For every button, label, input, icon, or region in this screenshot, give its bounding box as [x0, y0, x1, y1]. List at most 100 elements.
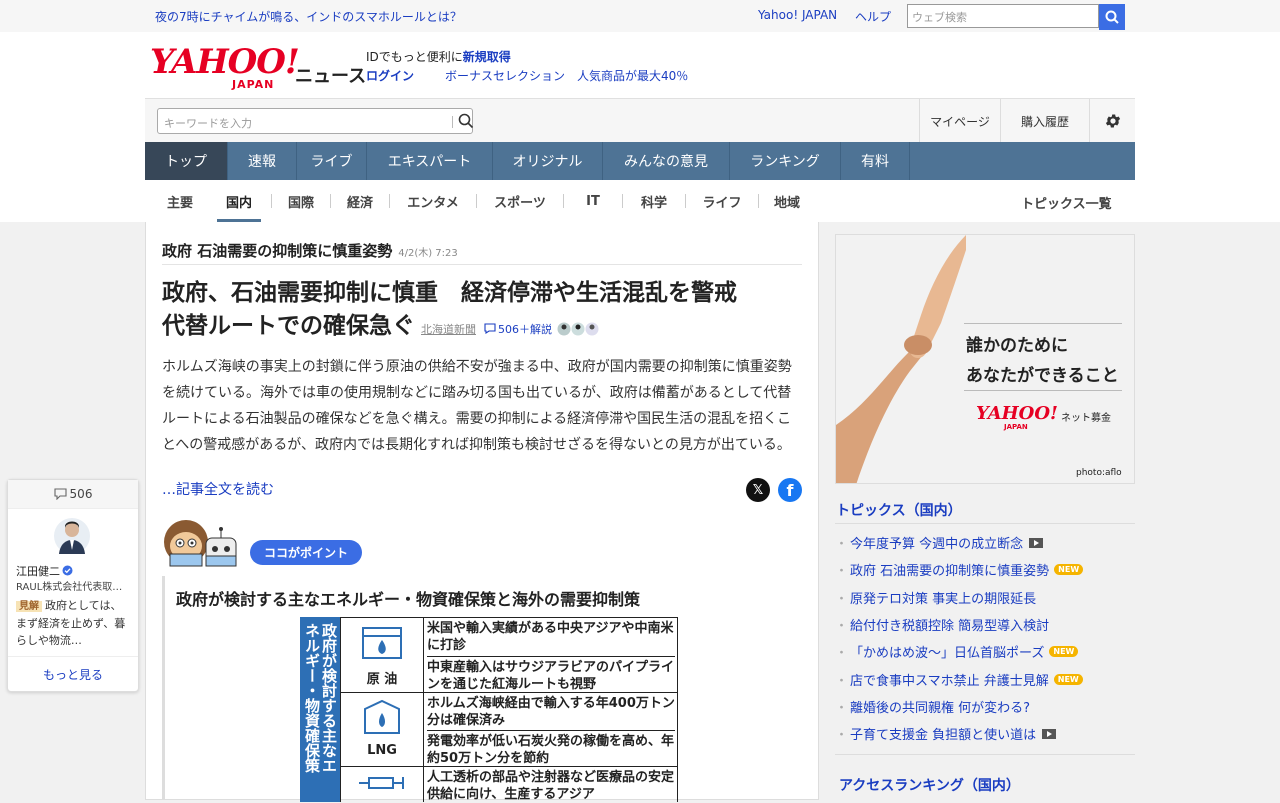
avatar: [54, 518, 90, 554]
web-search-button[interactable]: [1099, 4, 1125, 30]
id-promo: IDでもっと便利に新規取得: [366, 48, 511, 65]
title-line-1: 政府、石油需要抑制に慎重 経済停滞や生活混乱を警戒: [162, 280, 737, 306]
comment-count-value: 506: [69, 487, 93, 501]
topic-label: 店で食事中スマホ禁止 弁護士見解: [850, 673, 1049, 689]
verified-icon: [62, 565, 73, 576]
figure-row-lng: LNG ホルムズ海峡経由で輸入する年400万トン分は確保済み 発電効率が低い石炭…: [340, 693, 678, 767]
register-link[interactable]: 新規取得: [463, 50, 511, 64]
all-topics-link[interactable]: トピックス一覧: [1021, 193, 1112, 212]
bonus-link[interactable]: ボーナスセレクション 人気商品が最大40％: [445, 67, 688, 84]
video-icon: [1042, 728, 1057, 739]
divider: [835, 754, 1135, 755]
category-sports[interactable]: スポーツ: [477, 180, 563, 222]
list-item[interactable]: 給付付き税額控除 簡易型導入検討: [835, 611, 1135, 638]
web-search-input[interactable]: ウェブ検索: [907, 4, 1099, 28]
category-local[interactable]: 地域: [759, 180, 815, 222]
read-full-article-link[interactable]: …記事全文を読む: [162, 479, 274, 499]
category-science[interactable]: 科学: [623, 180, 685, 222]
point-label: ココがポイント: [250, 540, 363, 565]
figure-row-medical: 人工透析の部品や注射器など医療品の安定供給に向け、生産するアジア: [340, 767, 678, 802]
comments-link[interactable]: 506＋解説: [484, 321, 600, 337]
share-x-button[interactable]: 𝕏: [746, 478, 770, 502]
yahoo-japan-link[interactable]: Yahoo! JAPAN: [758, 8, 837, 22]
topic-label: 「かめはめ波～」日仏首脳ポーズ: [850, 646, 1045, 662]
yahoo-news-logo[interactable]: YAHOO! JAPAN ニュース: [150, 45, 366, 91]
topics-list: 今年度予算 今週中の成立断念 政府 石油需要の抑制策に慎重姿勢 NEW 原発テロ対…: [835, 529, 1135, 747]
article-date: 4/2(木) 7:23: [398, 248, 458, 259]
oil-tank-icon: [362, 627, 402, 659]
article-title[interactable]: 政府、石油需要抑制に慎重 経済停滞や生活混乱を警戒 代替ルートでの確保急ぐ 北海道…: [162, 277, 802, 346]
nav-opinion[interactable]: みんなの意見: [603, 142, 730, 180]
category-international[interactable]: 国際: [272, 180, 330, 222]
list-item[interactable]: 「かめはめ波～」日仏首脳ポーズ NEW: [835, 638, 1135, 665]
article-source[interactable]: 北海道新聞: [421, 323, 476, 336]
list-item[interactable]: 政府 石油需要の抑制策に慎重姿勢 NEW: [835, 556, 1135, 583]
category-economy[interactable]: 経済: [331, 180, 389, 222]
category-nav: 主要 国内 国際 経済 エンタメ スポーツ IT 科学 ライフ 地域: [145, 180, 1135, 222]
nav-expert[interactable]: エキスパート: [367, 142, 493, 180]
fundraising-ad[interactable]: 誰かのために あなたができること YAHOO! JAPAN ネット募金 phot…: [835, 234, 1135, 484]
login-link[interactable]: ログイン: [366, 67, 414, 84]
help-link[interactable]: ヘルプ: [855, 8, 891, 25]
policy-figure: 政府が検討する主なエネルギー・物資確保策 原 油 米国や輸入実績がある中央アジア…: [300, 617, 678, 802]
category-entertainment[interactable]: エンタメ: [390, 180, 476, 222]
promo-link[interactable]: 夜の7時にチャイムが鳴る、インドのスマホルールとは？: [155, 8, 462, 25]
new-badge: NEW: [1053, 673, 1083, 685]
commenter-name: 江田健二: [16, 563, 73, 579]
nav-ranking[interactable]: ランキング: [730, 142, 841, 180]
comment-card[interactable]: 506 江田健二 RAUL株式会社代表取締役 見解 政府としては、まず経済を止めず…: [7, 479, 139, 692]
ranking-heading[interactable]: アクセスランキング（国内）: [839, 775, 1020, 795]
settings-button[interactable]: [1089, 99, 1136, 143]
nav-live[interactable]: ライブ: [297, 142, 367, 180]
site-header: YAHOO! JAPAN ニュース IDでもっと便利に新規取得 ログイン ボーナ…: [0, 32, 1280, 222]
ad-line-1: 誰かのために: [966, 336, 1068, 356]
list-item[interactable]: 子育て支援金 負担額と使い道は: [835, 720, 1135, 747]
video-icon: [1029, 537, 1044, 548]
search-bar: キーワードを入力 マイページ 購入履歴: [145, 98, 1135, 143]
category-domestic[interactable]: 国内: [217, 180, 261, 222]
logo-sub: JAPAN: [232, 78, 275, 91]
comment-count[interactable]: 506: [8, 480, 138, 509]
lng-label: LNG: [367, 743, 397, 758]
category-life[interactable]: ライフ: [686, 180, 758, 222]
top-strip: 夜の7時にチャイムが鳴る、インドのスマホルールとは？ Yahoo! JAPAN …: [0, 0, 1280, 32]
logo-news: ニュース: [295, 66, 367, 87]
nav-original[interactable]: オリジナル: [493, 142, 603, 180]
figure-side-text: 政府が検討する主なエネルギー・物資確保策: [303, 623, 338, 773]
x-icon: 𝕏: [752, 482, 764, 498]
commenter-name-text: 江田健二: [16, 565, 60, 578]
list-item[interactable]: 離婚後の共同親権 何が変わる?: [835, 693, 1135, 720]
share-facebook-button[interactable]: f: [778, 478, 802, 502]
topics-heading[interactable]: トピックス（国内）: [836, 500, 962, 520]
syringe-icon: [359, 777, 404, 789]
list-item[interactable]: 店で食事中スマホ禁止 弁護士見解 NEW: [835, 665, 1135, 692]
lng-item-2: 発電効率が低い石炭火発の稼働を高め、年約50万トン分を節約: [427, 730, 675, 767]
mypage-button[interactable]: マイページ: [919, 99, 1000, 143]
nav-breaking[interactable]: 速報: [228, 142, 297, 180]
title-line-2-text: 代替ルートでの確保急ぐ: [162, 313, 415, 339]
figure-side-banner: 政府が検討する主なエネルギー・物資確保策: [300, 617, 340, 802]
divider: [964, 390, 1122, 391]
nav-top[interactable]: トップ: [145, 142, 228, 180]
category-it[interactable]: IT: [564, 180, 622, 222]
oil-label: 原 油: [366, 672, 398, 687]
divider: [452, 116, 453, 128]
keyword-input[interactable]: キーワードを入力: [157, 108, 474, 134]
ad-logo-tail: ネット募金: [1061, 413, 1111, 424]
purchase-history-button[interactable]: 購入履歴: [1000, 99, 1089, 143]
lng-tank-icon: [364, 699, 400, 734]
category-main[interactable]: 主要: [145, 180, 215, 222]
topic-label: 給付付き税額控除 簡易型導入検討: [850, 619, 1050, 635]
ad-line-2: あなたができること: [966, 366, 1119, 386]
oil-label-cell: 原 油: [341, 618, 424, 692]
nav-paid[interactable]: 有料: [841, 142, 910, 180]
list-item[interactable]: 原発テロ対策 事実上の期限延長: [835, 584, 1135, 611]
lng-label-cell: LNG: [341, 693, 424, 766]
gear-icon: [1105, 114, 1121, 128]
search-icon[interactable]: [458, 113, 474, 129]
facebook-icon: f: [786, 480, 794, 500]
comment-icon: [53, 488, 67, 500]
opinion-badge: 見解: [16, 601, 42, 612]
see-more-button[interactable]: もっと見る: [8, 656, 138, 691]
list-item[interactable]: 今年度予算 今週中の成立断念: [835, 529, 1135, 556]
